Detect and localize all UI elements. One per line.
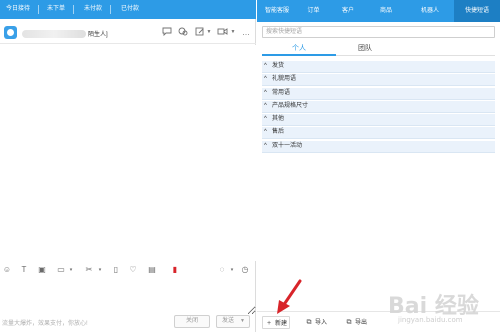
scissors-icon[interactable]: ✂ [84, 265, 94, 275]
phrase-search-input[interactable] [262, 26, 495, 38]
contact-name: 陌生人] [88, 32, 108, 38]
category-row[interactable]: ^ 其他 [262, 114, 495, 127]
category-label: 其他 [272, 116, 285, 123]
chevron-down-icon[interactable]: ▼ [229, 27, 237, 38]
more-icon[interactable]: … [240, 27, 252, 38]
send-label: 发送 [222, 318, 235, 324]
export-label: 导出 [355, 320, 368, 326]
category-row[interactable]: ^ 售后 [262, 127, 495, 140]
chevron-down-icon[interactable]: ▾ [227, 265, 237, 275]
chevron-down-icon[interactable]: ▼ [240, 316, 245, 327]
text-icon[interactable]: T [19, 265, 29, 275]
category-label: 售后 [272, 129, 285, 136]
chevron-down-icon[interactable]: ▾ [66, 265, 76, 275]
chevron-up-icon: ^ [264, 63, 267, 69]
category-label: 礼貌用语 [272, 76, 297, 83]
tab-separator [110, 5, 111, 14]
blurred-name [22, 30, 86, 38]
plus-icon: + [266, 320, 272, 327]
export-button[interactable]: ⧉ 导出 [345, 316, 368, 329]
tab-robot[interactable]: 机器人 [406, 0, 454, 22]
tab-personal[interactable]: 个人 [262, 43, 336, 56]
tab-team[interactable]: 团队 [336, 43, 394, 56]
avatar[interactable] [4, 26, 17, 39]
chat-pane: 今日接待 未下单 未付款 已付款 陌生人] ▼ ▼ … ☺ T ▣ ▭ ▾ ✂ … [0, 0, 256, 332]
folder-icon[interactable]: ▭ [56, 265, 66, 275]
message-input-area[interactable] [0, 279, 256, 315]
phrase-scope-tabs: 个人 团队 [262, 43, 495, 56]
chat-icon[interactable]: ◌ [217, 265, 227, 275]
tab-paid[interactable]: 已付款 [121, 0, 139, 19]
tab-separator [38, 5, 39, 14]
video-icon[interactable] [216, 27, 228, 38]
tab-unpaid[interactable]: 未付款 [84, 0, 102, 19]
category-row[interactable]: ^ 发货 [262, 61, 495, 73]
new-phrase-button[interactable]: + 新建 [262, 316, 290, 329]
customer-status-bar: 今日接待 未下单 未付款 已付款 [0, 0, 256, 19]
chevron-up-icon: ^ [264, 76, 267, 83]
tab-orders[interactable]: 订单 [297, 0, 330, 22]
category-row[interactable]: ^ 礼貌用语 [262, 74, 495, 87]
heart-icon[interactable]: ♡ [128, 265, 138, 275]
side-panel: 智能客服 订单 客户 商品 机器人 快捷短语 个人 团队 ^ 发货 ^ 礼貌用语… [257, 0, 500, 332]
red-packet-icon[interactable]: ▮ [170, 265, 180, 275]
panel-tabs: 智能客服 订单 客户 商品 机器人 快捷短语 [257, 0, 500, 22]
phone-icon[interactable]: ▯ [111, 265, 121, 275]
close-button[interactable]: 关闭 [174, 315, 210, 328]
input-hint: 流量大爆炸，效果支付，你放心! [2, 321, 88, 327]
new-label: 新建 [275, 321, 288, 327]
chevron-up-icon: ^ [264, 142, 267, 149]
import-icon: ⧉ [306, 319, 312, 326]
tab-smart-service[interactable]: 智能客服 [257, 0, 297, 22]
tab-quick-phrases[interactable]: 快捷短语 [454, 0, 500, 22]
emoji-icon[interactable]: ☺ [2, 265, 12, 275]
tab-customers[interactable]: 客户 [330, 0, 366, 22]
category-label: 常用语 [272, 89, 291, 96]
phrase-actions-bar: + 新建 ⧉ 导入 ⧉ 导出 [257, 311, 500, 332]
category-label: 发货 [272, 63, 285, 69]
chevron-down-icon[interactable]: ▾ [95, 265, 105, 275]
tab-products[interactable]: 商品 [366, 0, 406, 22]
chat-bubble-icon[interactable] [161, 27, 173, 38]
chat-history[interactable] [0, 45, 256, 261]
import-label: 导入 [315, 320, 328, 326]
category-row[interactable]: ^ 常用语 [262, 87, 495, 100]
history-icon[interactable]: ◷ [240, 265, 250, 275]
tab-not-ordered[interactable]: 未下单 [47, 0, 65, 19]
tab-separator [73, 5, 74, 14]
chevron-down-icon[interactable]: ▼ [205, 27, 213, 38]
message-input[interactable] [0, 279, 256, 315]
phrase-category-list: ^ 发货 ^ 礼貌用语 ^ 常用语 ^ 产品规格尺寸 ^ 其他 ^ 售后 ^ 双… [262, 61, 495, 154]
switch-icon[interactable] [177, 27, 189, 38]
send-button[interactable]: 发送 ▼ [216, 315, 250, 328]
chat-header: 陌生人] ▼ ▼ … [0, 22, 256, 44]
category-row[interactable]: ^ 产品规格尺寸 [262, 100, 495, 113]
image-icon[interactable]: ▣ [37, 265, 47, 275]
input-toolbar: ☺ T ▣ ▭ ▾ ✂ ▾ ▯ ♡ ▤ ▮ ◌ ▾ ◷ [0, 263, 256, 277]
tab-today-received[interactable]: 今日接待 [6, 0, 30, 19]
chevron-up-icon: ^ [264, 89, 267, 96]
chevron-up-icon: ^ [264, 129, 267, 136]
category-label: 产品规格尺寸 [272, 102, 309, 109]
chevron-up-icon: ^ [264, 102, 267, 109]
export-icon: ⧉ [346, 319, 352, 326]
chevron-up-icon: ^ [264, 116, 267, 123]
category-label: 双十一活动 [272, 142, 303, 149]
card-icon[interactable]: ▤ [147, 265, 157, 275]
import-button[interactable]: ⧉ 导入 [305, 316, 328, 329]
category-row[interactable]: ^ 双十一活动 [262, 140, 495, 153]
